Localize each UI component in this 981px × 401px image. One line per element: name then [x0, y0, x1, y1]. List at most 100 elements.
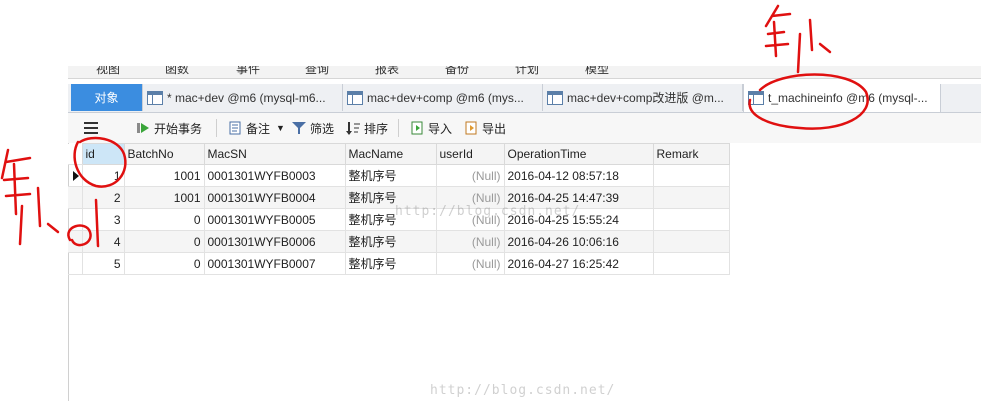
- cell-macsn[interactable]: 0001301WYFB0004: [203, 186, 346, 209]
- menu-item-query[interactable]: 查询: [305, 66, 329, 77]
- menu-bar: 视图 函数 事件 查询 报表 备份 计划 模型: [68, 66, 981, 79]
- dropdown-arrow-icon[interactable]: ▼: [276, 123, 285, 133]
- play-icon: [137, 123, 149, 133]
- cell-id[interactable]: 2: [81, 186, 125, 209]
- cell-id[interactable]: 1: [81, 164, 125, 187]
- menu-toggle-button[interactable]: [84, 119, 98, 137]
- import-icon: [411, 121, 423, 135]
- row-indicator[interactable]: [68, 252, 83, 275]
- filter-label: 筛选: [310, 121, 335, 136]
- tab-query-mac-dev-comp[interactable]: mac+dev+comp @m6 (mys...: [343, 84, 543, 111]
- handwriting-mark: [18, 186, 60, 246]
- data-grid: id BatchNo MacSN MacName userId Operatio…: [68, 143, 981, 401]
- sort-label: 排序: [364, 121, 389, 136]
- memo-label: 备注: [246, 121, 271, 136]
- cell-batchno[interactable]: 1001: [123, 186, 205, 209]
- cell-remark[interactable]: [652, 230, 730, 253]
- cell-batchno[interactable]: 0: [123, 230, 205, 253]
- cell-id[interactable]: 5: [81, 252, 125, 275]
- document-icon: [229, 121, 241, 135]
- cell-batchno[interactable]: 0: [123, 252, 205, 275]
- cell-operationtime[interactable]: 2016-04-26 10:06:16: [503, 230, 654, 253]
- row-indicator[interactable]: [68, 208, 83, 231]
- column-header-id[interactable]: id: [81, 143, 125, 165]
- row-indicator[interactable]: [68, 186, 83, 209]
- header-row: id BatchNo MacSN MacName userId Operatio…: [68, 143, 730, 165]
- tab-t-machineinfo[interactable]: t_machineinfo @m6 (mysql-...: [743, 84, 941, 112]
- cell-macname[interactable]: 整机序号: [344, 230, 437, 253]
- export-icon: [465, 121, 477, 135]
- menu-item-function[interactable]: 函数: [165, 66, 189, 77]
- row-indicator[interactable]: [68, 230, 83, 253]
- begin-transaction-label: 开始事务: [154, 121, 203, 136]
- column-header-operationtime[interactable]: OperationTime: [503, 143, 654, 165]
- tab-bar: 对象 * mac+dev @m6 (mysql-m6... mac+dev+co…: [68, 84, 981, 113]
- cell-operationtime[interactable]: 2016-04-27 16:25:42: [503, 252, 654, 275]
- cell-macname[interactable]: 整机序号: [344, 252, 437, 275]
- toolbar-divider: [398, 119, 399, 137]
- export-label: 导出: [482, 121, 507, 136]
- table-icon: [748, 91, 764, 105]
- menu-item-report[interactable]: 报表: [375, 66, 399, 77]
- column-header-macsn[interactable]: MacSN: [203, 143, 346, 165]
- cell-operationtime[interactable]: 2016-04-12 08:57:18: [503, 164, 654, 187]
- tab-query-mac-dev-comp-improved[interactable]: mac+dev+comp改进版 @m...: [543, 84, 743, 111]
- table-icon: [147, 90, 163, 105]
- column-header-macname[interactable]: MacName: [344, 143, 437, 165]
- cell-userid[interactable]: (Null): [435, 230, 505, 253]
- handwriting-mark: [764, 4, 792, 58]
- tab-label: mac+dev+comp @m6 (mys...: [367, 90, 524, 105]
- cell-remark[interactable]: [652, 252, 730, 275]
- cell-batchno[interactable]: 1001: [123, 164, 205, 187]
- table-icon: [347, 90, 363, 105]
- import-button[interactable]: 导入: [410, 119, 452, 137]
- cell-macsn[interactable]: 0001301WYFB0007: [203, 252, 346, 275]
- cell-macname[interactable]: 整机序号: [344, 164, 437, 187]
- cell-remark[interactable]: [652, 186, 730, 209]
- watermark: http://blog.csdn.net/: [430, 383, 616, 398]
- tab-objects[interactable]: 对象: [71, 84, 143, 111]
- cell-remark[interactable]: [652, 164, 730, 187]
- toolbar-divider: [216, 119, 217, 137]
- cell-id[interactable]: 3: [81, 208, 125, 231]
- handwriting-mark: [796, 18, 832, 74]
- cell-macsn[interactable]: 0001301WYFB0006: [203, 230, 346, 253]
- column-header-userid[interactable]: userId: [435, 143, 505, 165]
- cell-batchno[interactable]: 0: [123, 208, 205, 231]
- menu-item-view[interactable]: 视图: [96, 66, 120, 77]
- cell-macsn[interactable]: 0001301WYFB0005: [203, 208, 346, 231]
- tab-objects-label: 对象: [94, 91, 119, 105]
- table-row[interactable]: 1 1001 0001301WYFB0003 整机序号 (Null) 2016-04-12…: [68, 164, 730, 187]
- menu-item-event[interactable]: 事件: [236, 66, 260, 77]
- memo-button[interactable]: 备注 ▼: [228, 119, 285, 137]
- import-label: 导入: [428, 121, 453, 136]
- tab-label: * mac+dev @m6 (mysql-m6...: [167, 90, 326, 105]
- menu-item-model[interactable]: 模型: [585, 66, 609, 77]
- handwriting-mark: [0, 148, 32, 216]
- menu-item-backup[interactable]: 备份: [445, 66, 469, 77]
- filter-button[interactable]: 筛选: [292, 119, 334, 137]
- toolbar: 开始事务 备注 ▼ 筛选 排序 导入 导出: [68, 113, 981, 143]
- cell-userid[interactable]: (Null): [435, 164, 505, 187]
- filter-icon: [292, 122, 306, 134]
- row-indicator-header: [68, 143, 83, 165]
- column-header-batchno[interactable]: BatchNo: [123, 143, 205, 165]
- table-row[interactable]: 5 0 0001301WYFB0007 整机序号 (Null) 2016-04-27 16…: [68, 252, 730, 275]
- column-header-remark[interactable]: Remark: [652, 143, 730, 165]
- cell-remark[interactable]: [652, 208, 730, 231]
- tab-label: mac+dev+comp改进版 @m...: [567, 91, 724, 105]
- cell-userid[interactable]: (Null): [435, 252, 505, 275]
- tab-query-mac-dev[interactable]: * mac+dev @m6 (mysql-m6...: [143, 84, 343, 111]
- begin-transaction-button[interactable]: 开始事务: [136, 119, 202, 137]
- table-icon: [547, 90, 563, 105]
- sort-button[interactable]: 排序: [346, 119, 388, 137]
- row-indicator[interactable]: [68, 164, 83, 187]
- cell-id[interactable]: 4: [81, 230, 125, 253]
- table-row[interactable]: 4 0 0001301WYFB0006 整机序号 (Null) 2016-04-26 10…: [68, 230, 730, 253]
- export-button[interactable]: 导出: [464, 119, 506, 137]
- cell-macsn[interactable]: 0001301WYFB0003: [203, 164, 346, 187]
- current-row-arrow-icon: [73, 171, 79, 181]
- sort-icon: [346, 122, 360, 135]
- menu-item-schedule[interactable]: 计划: [515, 66, 539, 77]
- watermark: http://blog.csdn.net/: [395, 204, 581, 219]
